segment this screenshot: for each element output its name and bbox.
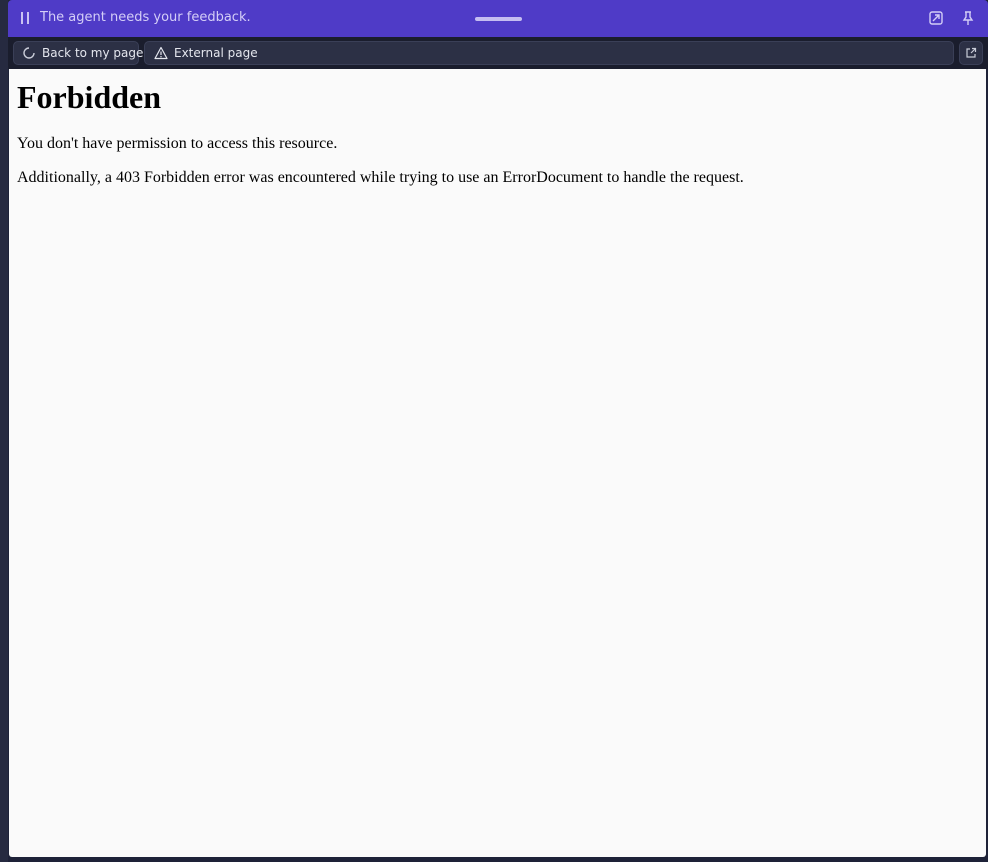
url-bar[interactable]: External page (144, 41, 954, 65)
status-text: The agent needs your feedback. (40, 10, 251, 25)
warning-icon (154, 46, 168, 60)
agent-window: The agent needs your feedback. Back to m… (0, 0, 988, 862)
back-button-label: Back to my page (42, 46, 144, 60)
window-edge (0, 0, 8, 862)
pin-icon-glyph (962, 11, 974, 25)
url-label: External page (174, 46, 258, 60)
pause-icon[interactable] (21, 12, 29, 24)
error-document-message: Additionally, a 403 Forbidden error was … (17, 169, 744, 186)
expand-icon[interactable] (927, 9, 945, 27)
drag-handle[interactable] (475, 17, 522, 21)
page-content: Forbidden You don't have permission to a… (9, 69, 986, 857)
browser-toolbar: Back to my page External page (8, 37, 988, 69)
external-link-icon (965, 47, 977, 59)
expand-icon-glyph (929, 11, 943, 25)
back-to-my-page-button[interactable]: Back to my page (13, 41, 143, 65)
open-external-button[interactable] (959, 41, 983, 65)
page-title: Forbidden (17, 79, 162, 115)
pin-icon[interactable] (959, 9, 977, 27)
agent-status-bar: The agent needs your feedback. (8, 0, 988, 37)
permission-message: You don't have permission to access this… (17, 135, 338, 152)
spinner-icon (22, 46, 36, 60)
